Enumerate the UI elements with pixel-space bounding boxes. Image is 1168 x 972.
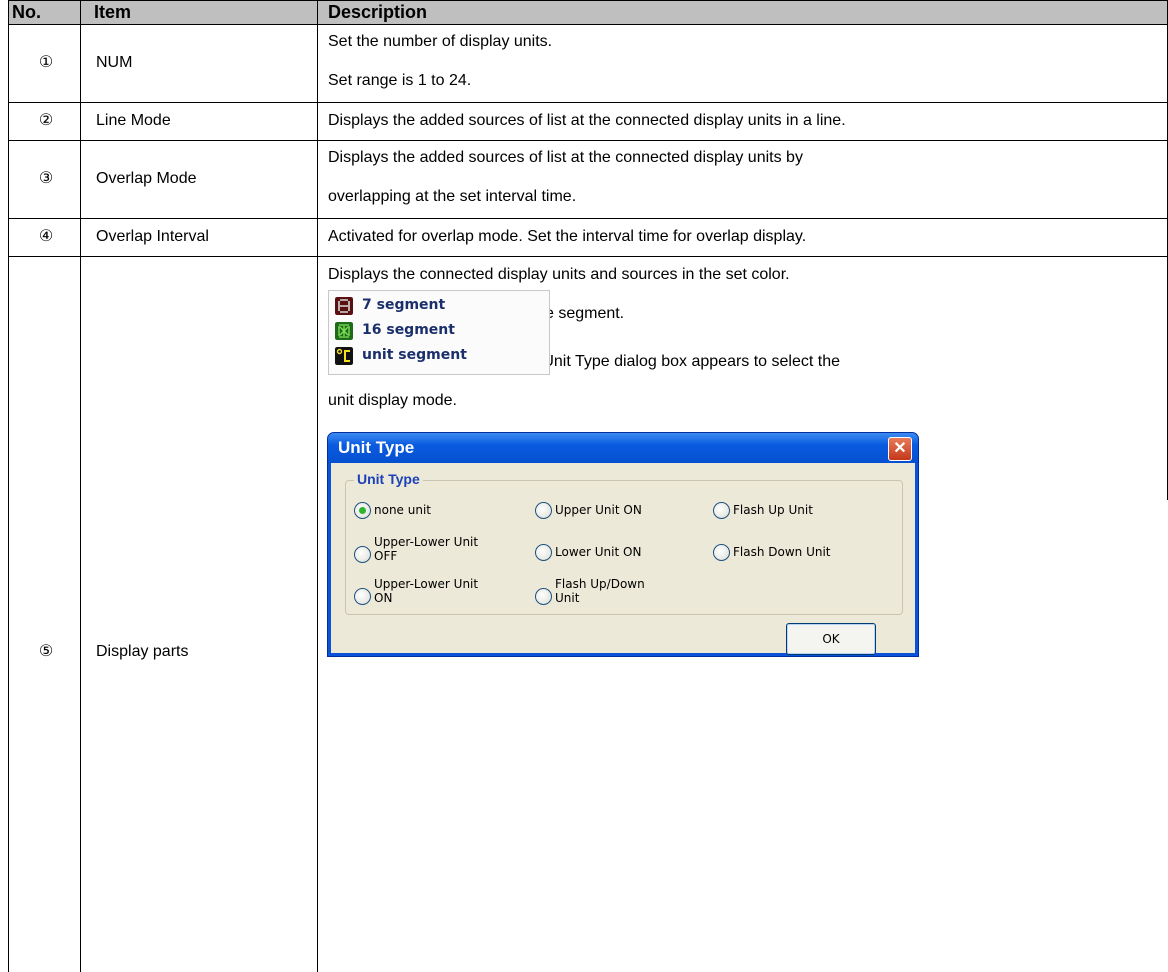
row-number: ① (38, 54, 54, 71)
radio-icon (535, 544, 552, 561)
row-description-line: Set the number of display units. (328, 33, 553, 50)
radio-selected-icon (354, 502, 371, 519)
grid-line (8, 0, 9, 972)
segment-menu: 7 segment 16 segment unit segment (328, 290, 550, 375)
unit-type-dialog: Unit Type ✕ Unit Type none unit Upper Un… (327, 432, 919, 657)
radio-icon (713, 502, 730, 519)
row-item: Overlap Mode (96, 170, 197, 187)
radio-label: Flash Up/Down (555, 577, 645, 591)
grid-line (8, 102, 1168, 103)
table-header (8, 0, 1168, 24)
unit-segment-icon (335, 347, 353, 365)
header-item: Item (94, 2, 132, 22)
grid-line (8, 0, 1168, 1)
dialog-title-bar: Unit Type ✕ (328, 433, 918, 463)
radio-label: Upper Unit ON (555, 503, 642, 517)
radio-icon (354, 588, 371, 605)
row-description-line: Displays the connected display units and… (328, 266, 790, 283)
row-item: Overlap Interval (96, 228, 209, 245)
row-description-line: Set range is 1 to 24. (328, 72, 472, 89)
row-item: NUM (96, 54, 133, 71)
grid-line (8, 140, 1168, 141)
grid-line (8, 218, 1168, 219)
radio-icon (354, 546, 371, 563)
row-description-line: Activated for overlap mode. Set the inte… (328, 228, 807, 245)
radio-label: none unit (374, 503, 431, 517)
unit-type-group: Unit Type none unit Upper Unit ON Flash … (345, 471, 903, 615)
segment-menu-label: unit segment (362, 347, 467, 363)
row-number: ③ (38, 170, 54, 187)
group-title: Unit Type (354, 471, 423, 487)
row-description-line: Displays the added sources of list at th… (328, 149, 803, 166)
header-no: No. (12, 2, 41, 22)
row-item: Display parts (96, 643, 189, 660)
radio-label: Upper-Lower Unit (374, 535, 479, 549)
radio-label: Unit (555, 591, 580, 605)
row-description-line: Displays the added sources of list at th… (328, 112, 846, 129)
radio-label: Flash Down Unit (733, 545, 831, 559)
row-description-line: unit display mode. (328, 392, 457, 409)
seven-segment-icon (335, 297, 353, 315)
radio-label: Lower Unit ON (555, 545, 642, 559)
segment-menu-label: 7 segment (362, 297, 446, 313)
dialog-body: Unit Type none unit Upper Unit ON Flash … (331, 463, 915, 655)
grid-line (8, 256, 1168, 257)
radio-icon (535, 502, 552, 519)
radio-label: ON (374, 591, 393, 605)
grid-line (317, 0, 318, 972)
radio-icon (535, 588, 552, 605)
close-icon[interactable]: ✕ (888, 437, 912, 461)
row-description-line: overlapping at the set interval time. (328, 188, 577, 205)
segment-menu-label: 16 segment (362, 322, 455, 338)
row-number: ④ (38, 228, 54, 245)
ok-button[interactable]: OK (786, 623, 876, 655)
row-item: Line Mode (96, 112, 171, 129)
radio-label: OFF (374, 549, 398, 563)
dialog-title: Unit Type (338, 438, 415, 457)
row-number: ② (38, 112, 54, 129)
radio-label: Flash Up Unit (733, 503, 813, 517)
radio-icon (713, 544, 730, 561)
grid-line (8, 24, 1168, 25)
row-number: ⑤ (38, 643, 54, 660)
sixteen-segment-icon (335, 322, 353, 340)
header-description: Description (328, 2, 428, 22)
grid-line (80, 0, 81, 972)
radio-label: Upper-Lower Unit (374, 577, 479, 591)
